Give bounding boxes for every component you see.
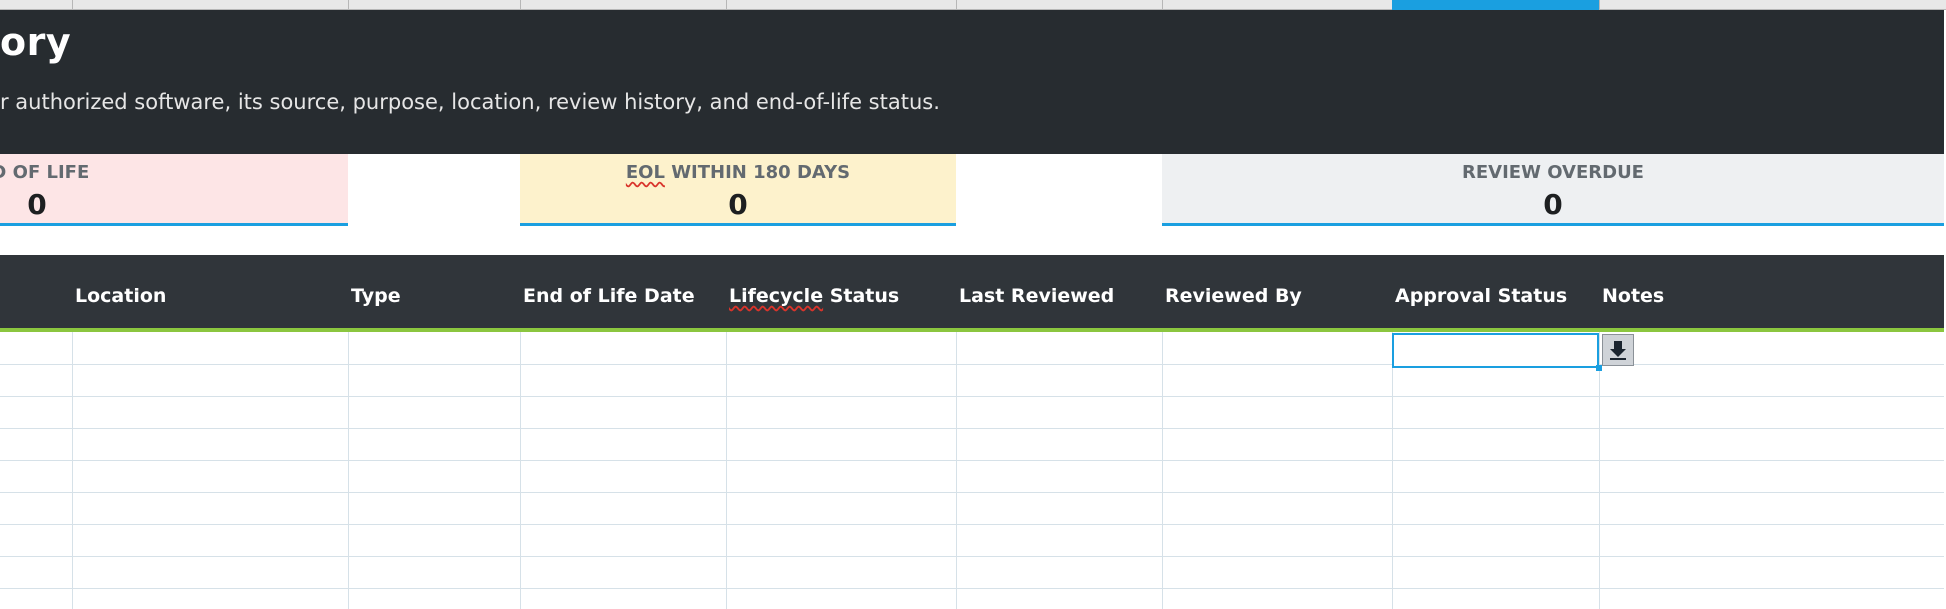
- column-header-location[interactable]: Location: [75, 285, 166, 307]
- column-header-strip[interactable]: [0, 0, 1946, 10]
- column-separator: [956, 0, 957, 10]
- grid-line: [0, 460, 1944, 461]
- kpi-label: ID OF LIFE: [0, 162, 90, 183]
- grid-line: [520, 332, 521, 609]
- grid-line: [0, 428, 1944, 429]
- column-separator: [72, 0, 73, 10]
- column-separator: [726, 0, 727, 10]
- page-title: ory: [0, 20, 72, 64]
- column-separator: [1162, 0, 1163, 10]
- kpi-label-rest: WITHIN 180 DAYS: [664, 162, 851, 183]
- grid-line: [348, 332, 349, 609]
- table-header-row: Location Type End of Life Date Lifecycle…: [0, 255, 1944, 332]
- column-header-rest: Status: [823, 285, 900, 307]
- grid-line: [0, 492, 1944, 493]
- column-separator: [1599, 0, 1600, 10]
- grid-line: [72, 332, 73, 609]
- grid-line: [726, 332, 727, 609]
- kpi-value: 0: [27, 188, 47, 221]
- kpi-label: REVIEW OVERDUE: [1462, 162, 1644, 183]
- grid-line: [0, 396, 1944, 397]
- grid-line: [0, 556, 1944, 557]
- kpi-label: EOL WITHIN 180 DAYS: [520, 162, 956, 183]
- column-header-notes[interactable]: Notes: [1602, 285, 1664, 307]
- grid-line: [956, 332, 957, 609]
- active-cell-approval-status[interactable]: [1392, 333, 1599, 368]
- grid-line: [0, 364, 1944, 365]
- kpi-value: 0: [728, 188, 748, 221]
- kpi-value: 0: [1543, 188, 1563, 221]
- column-separator: [520, 0, 521, 10]
- column-header-last-reviewed[interactable]: Last Reviewed: [959, 285, 1114, 307]
- column-header-type[interactable]: Type: [351, 285, 401, 307]
- title-banner: ory r authorized software, its source, p…: [0, 10, 1944, 154]
- data-grid[interactable]: [0, 332, 1944, 609]
- grid-line: [0, 588, 1944, 589]
- spellcheck-word: Lifecycle: [729, 285, 824, 307]
- dropdown-arrow-icon: [1610, 341, 1626, 360]
- kpi-card-end-of-life[interactable]: ID OF LIFE 0: [0, 154, 348, 226]
- spellcheck-word: EOL: [625, 162, 665, 183]
- column-header-end-of-life-date[interactable]: End of Life Date: [523, 285, 695, 307]
- grid-line: [0, 524, 1944, 525]
- grid-line: [1162, 332, 1163, 609]
- column-header-lifecycle-status[interactable]: Lifecycle Status: [729, 285, 899, 307]
- column-header-approval-status[interactable]: Approval Status: [1395, 285, 1567, 307]
- kpi-card-review-overdue[interactable]: REVIEW OVERDUE 0: [1162, 154, 1944, 226]
- column-header-reviewed-by[interactable]: Reviewed By: [1165, 285, 1302, 307]
- grid-line: [1599, 332, 1600, 609]
- selected-column-header[interactable]: [1392, 0, 1599, 10]
- kpi-card-eol-180-days[interactable]: EOL WITHIN 180 DAYS 0: [520, 154, 956, 226]
- grid-line: [1392, 332, 1393, 609]
- dropdown-button[interactable]: [1602, 334, 1634, 366]
- column-separator: [348, 0, 349, 10]
- page-subtitle: r authorized software, its source, purpo…: [0, 90, 940, 114]
